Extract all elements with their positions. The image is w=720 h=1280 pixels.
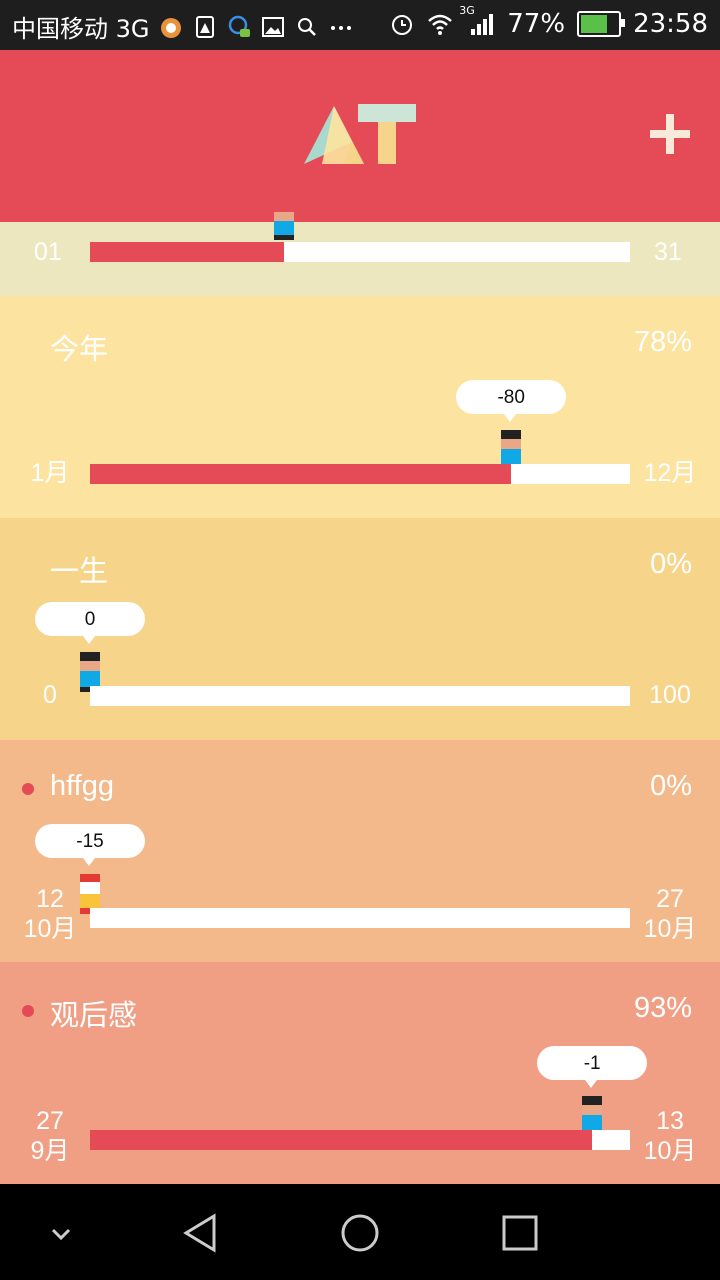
card-indicator-dot xyxy=(22,1005,34,1017)
card-title: 一生 xyxy=(50,556,109,588)
carrier-label: 中国移动 3G xyxy=(12,15,150,43)
month-end-label: 31 xyxy=(654,238,682,266)
battery-percent: 77% xyxy=(507,9,566,39)
image-icon xyxy=(261,16,284,37)
clock: 23:58 xyxy=(633,9,708,39)
card-progress-fill xyxy=(90,1130,593,1150)
marker-face xyxy=(582,1105,603,1115)
marker-face xyxy=(501,439,522,449)
card-start-day: 12 xyxy=(36,885,64,913)
card-indicator-dot xyxy=(22,783,34,795)
home-icon[interactable] xyxy=(335,1208,385,1258)
wifi-icon xyxy=(428,14,453,35)
sim-warning-icon xyxy=(195,15,214,38)
signal-icon xyxy=(471,14,494,35)
marker-shirt xyxy=(80,671,100,687)
signal-group: 3G xyxy=(459,4,495,38)
app-logo xyxy=(304,104,416,164)
month-progress-track xyxy=(90,242,630,262)
card-title: hffgg xyxy=(50,770,114,802)
month-progress-fill xyxy=(90,242,285,262)
marker-face xyxy=(80,661,100,671)
card-percent: 93% xyxy=(633,992,692,1024)
search-icon xyxy=(297,17,316,36)
card-title: 今年 xyxy=(50,334,109,366)
battery-level xyxy=(581,15,608,33)
card-title: 观后感 xyxy=(50,1000,138,1032)
card-start-day: 27 xyxy=(36,1107,64,1135)
status-bar: 中国移动 3G 3G 77% 23:58 xyxy=(0,0,720,50)
qq-icon xyxy=(228,15,250,37)
add-button[interactable] xyxy=(646,110,694,158)
card-start-label: 27 9月 xyxy=(20,1106,80,1166)
month-progress-marker xyxy=(274,212,295,252)
navigation-bar xyxy=(0,1184,720,1280)
card-count-bubble: -1 xyxy=(537,1046,648,1088)
app-icon xyxy=(160,17,181,38)
marker-shirt xyxy=(274,221,295,235)
marker-hair xyxy=(501,430,522,439)
marker-shirt xyxy=(501,449,522,465)
card-start-label: 12 10月 xyxy=(20,884,80,944)
card-end-label: 27 10月 xyxy=(640,884,700,944)
card-start-label: 0 xyxy=(43,681,57,709)
status-left: 中国移动 3G xyxy=(12,9,354,44)
marker-shirt xyxy=(582,1115,603,1131)
card-end-day: 13 xyxy=(656,1107,684,1135)
card-end-label: 12月 xyxy=(643,459,697,487)
card-start-month: 10月 xyxy=(23,915,77,943)
card-count-bubble: -15 xyxy=(35,824,145,866)
more-icon xyxy=(330,25,351,30)
card-start-label: 1月 xyxy=(30,459,70,487)
app-header xyxy=(0,50,720,222)
card-end-month: 10月 xyxy=(643,1137,697,1165)
card-end-label: 100 xyxy=(649,681,691,709)
card-end-label: 13 10月 xyxy=(640,1106,700,1166)
marker-feet xyxy=(274,235,295,240)
card-start-month: 9月 xyxy=(30,1137,70,1165)
card-progress-fill xyxy=(90,464,512,484)
marker-hair xyxy=(582,1096,603,1105)
flag-stripe-yellow xyxy=(80,894,100,908)
card-progress-track xyxy=(90,464,630,484)
battery-icon xyxy=(577,11,626,37)
marker-hair xyxy=(80,652,100,661)
card-percent: 0% xyxy=(650,548,692,580)
card-progress-track xyxy=(90,908,630,928)
status-right: 3G 77% 23:58 xyxy=(389,4,708,39)
card-percent: 78% xyxy=(633,326,692,358)
progress-card-hffgg[interactable]: hffgg 0% -15 12 10月 27 10月 xyxy=(0,740,720,962)
progress-card-life[interactable]: 一生 0% 0 0 100 xyxy=(0,518,720,740)
card-percent: 0% xyxy=(650,770,692,802)
card-count-bubble: 0 xyxy=(35,602,145,644)
card-count-bubble: -80 xyxy=(456,380,567,422)
progress-card-year[interactable]: 今年 78% -80 1月 12月 xyxy=(0,296,720,518)
month-start-label: 01 xyxy=(34,238,62,266)
collapse-icon[interactable] xyxy=(36,1208,86,1258)
card-progress-track xyxy=(90,1130,630,1150)
alarm-icon xyxy=(392,15,413,35)
card-end-month: 10月 xyxy=(643,915,697,943)
month-progress-row: 01 31 xyxy=(0,212,720,296)
progress-card-guanhougan[interactable]: 观后感 93% -1 27 9月 13 10月 xyxy=(0,962,720,1184)
flag-stripe-red xyxy=(80,874,100,882)
back-icon[interactable] xyxy=(176,1208,226,1258)
marker-face xyxy=(274,212,295,221)
flag-stripe-white xyxy=(80,882,100,894)
card-progress-track xyxy=(90,686,630,706)
card-end-day: 27 xyxy=(656,885,684,913)
recents-icon[interactable] xyxy=(495,1208,545,1258)
